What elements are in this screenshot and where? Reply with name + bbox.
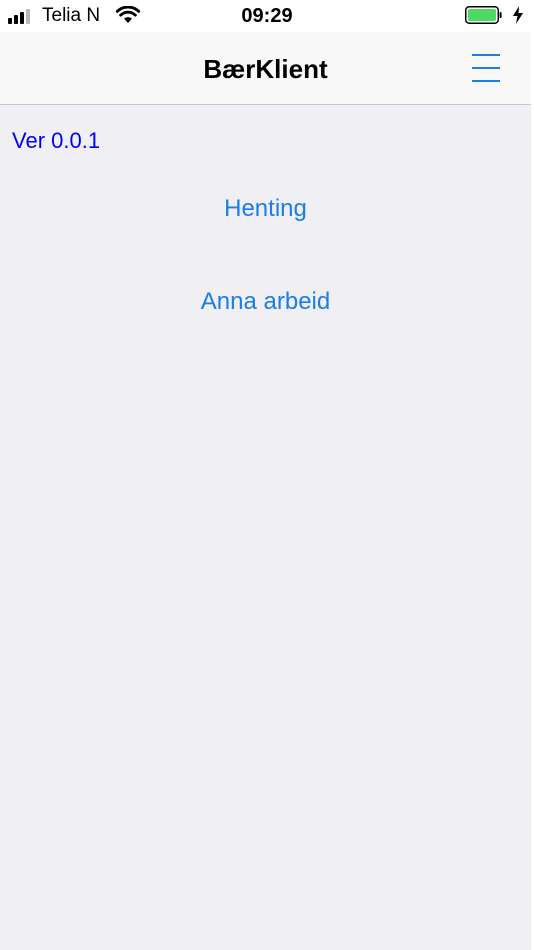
charging-bolt-icon [513,6,523,24]
page-title: BærKlient [203,54,328,84]
version-label: Ver 0.0.1 [12,128,101,153]
henting-link[interactable]: Henting [0,195,531,223]
status-bar: Telia N 09:29 [0,0,534,32]
battery-icon [465,6,502,24]
main-content: Ver 0.0.1 Henting Anna arbeid [0,105,531,950]
navigation-bar: BærKlient [0,32,531,105]
anna-arbeid-link[interactable]: Anna arbeid [0,288,531,316]
hamburger-menu-icon [472,54,500,82]
menu-button[interactable] [466,50,506,86]
status-time: 09:29 [241,5,293,27]
